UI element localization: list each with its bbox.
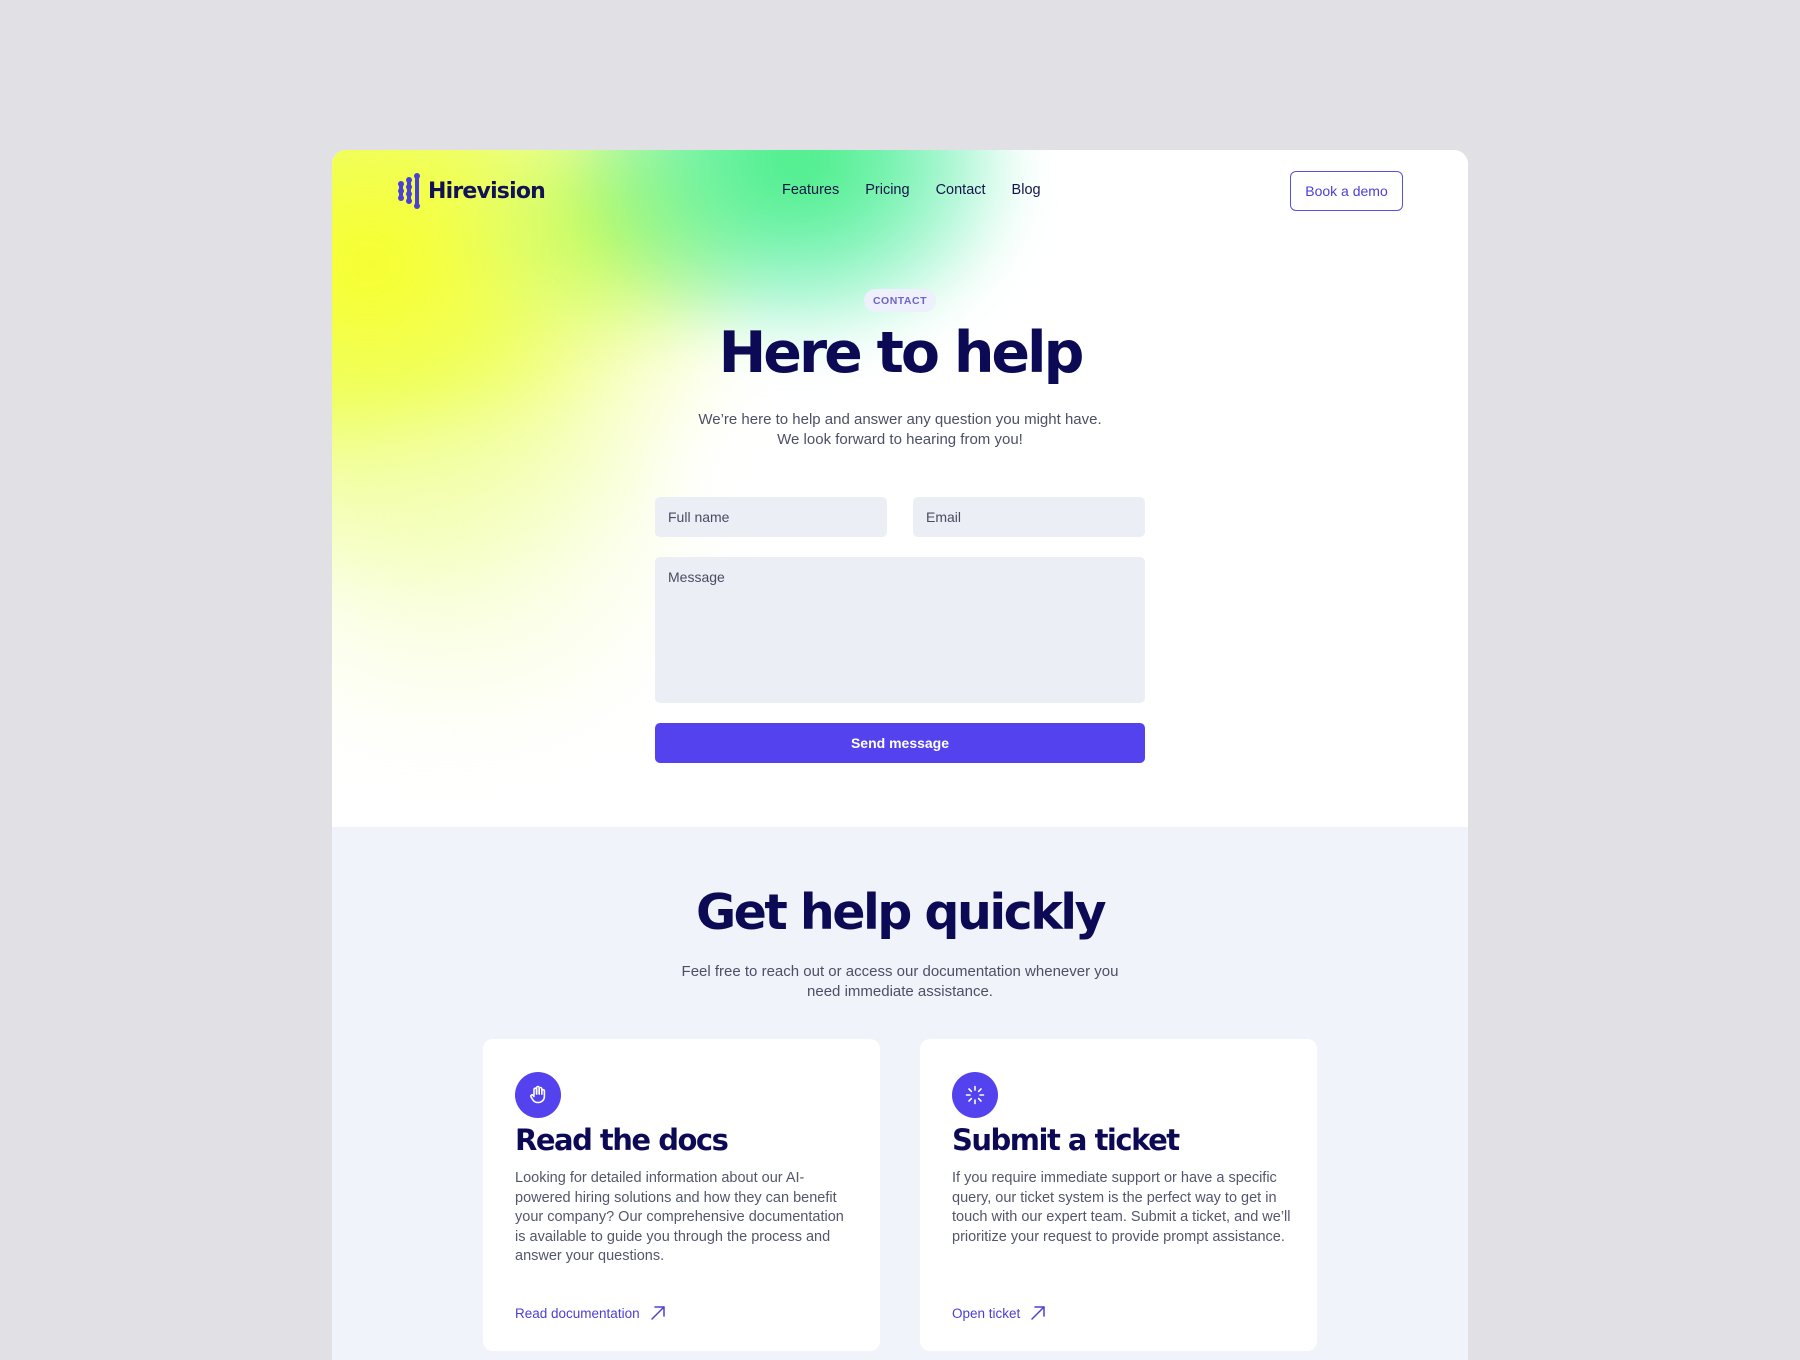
send-message-button[interactable]: Send message (655, 723, 1145, 763)
page-frame: Hirevision Features Pricing Contact Blog… (332, 150, 1468, 1360)
email-input[interactable] (913, 497, 1145, 537)
hero-subtitle-line-1: We’re here to help and answer any questi… (698, 411, 1102, 428)
logo-text: Hirevision (428, 178, 546, 204)
ticket-card: Submit a ticket If you require immediate… (920, 1039, 1317, 1351)
page-title: Here to help (718, 320, 1085, 386)
logo-icon (398, 173, 420, 209)
docs-card: Read the docs Looking for detailed infor… (483, 1039, 880, 1351)
read-documentation-link[interactable]: Read documentation (515, 1305, 666, 1321)
arrow-up-right-icon (650, 1306, 665, 1320)
arrow-up-right-icon (1031, 1306, 1046, 1320)
help-subtitle: Feel free to reach out or access our doc… (332, 962, 1468, 1002)
hero-subtitle-line-2: We look forward to hearing from you! (777, 431, 1023, 448)
nav-links: Features Pricing Contact Blog (782, 182, 1067, 198)
help-subtitle-line-2: need immediate assistance. (807, 983, 993, 1000)
ticket-card-body: If you require immediate support or have… (952, 1170, 1291, 1245)
help-subtitle-line-1: Feel free to reach out or access our doc… (681, 963, 1119, 980)
top-nav: Hirevision Features Pricing Contact Blog… (332, 150, 1468, 232)
nav-link-contact[interactable]: Contact (936, 182, 986, 198)
logo[interactable]: Hirevision (396, 172, 546, 210)
hero-section: Hirevision Features Pricing Contact Blog… (332, 150, 1468, 827)
contact-badge: CONTACT (864, 289, 936, 312)
message-textarea[interactable] (655, 557, 1145, 703)
read-documentation-label: Read documentation (515, 1305, 640, 1321)
loader-icon (952, 1072, 998, 1118)
open-ticket-label: Open ticket (952, 1305, 1021, 1321)
ticket-card-title: Submit a ticket (952, 1123, 1180, 1157)
help-section: Get help quickly Feel free to reach out … (332, 827, 1468, 1360)
book-demo-button[interactable]: Book a demo (1290, 171, 1403, 211)
nav-link-blog[interactable]: Blog (1012, 182, 1041, 198)
full-name-input[interactable] (655, 497, 887, 537)
hero-subtitle: We’re here to help and answer any questi… (332, 410, 1468, 450)
hand-icon (515, 1072, 561, 1118)
help-title: Get help quickly (695, 884, 1107, 941)
nav-link-pricing[interactable]: Pricing (865, 182, 909, 198)
nav-link-features[interactable]: Features (782, 182, 839, 198)
docs-card-title: Read the docs (515, 1123, 729, 1157)
open-ticket-link[interactable]: Open ticket (952, 1305, 1046, 1321)
docs-card-body: Looking for detailed information about o… (515, 1170, 844, 1264)
